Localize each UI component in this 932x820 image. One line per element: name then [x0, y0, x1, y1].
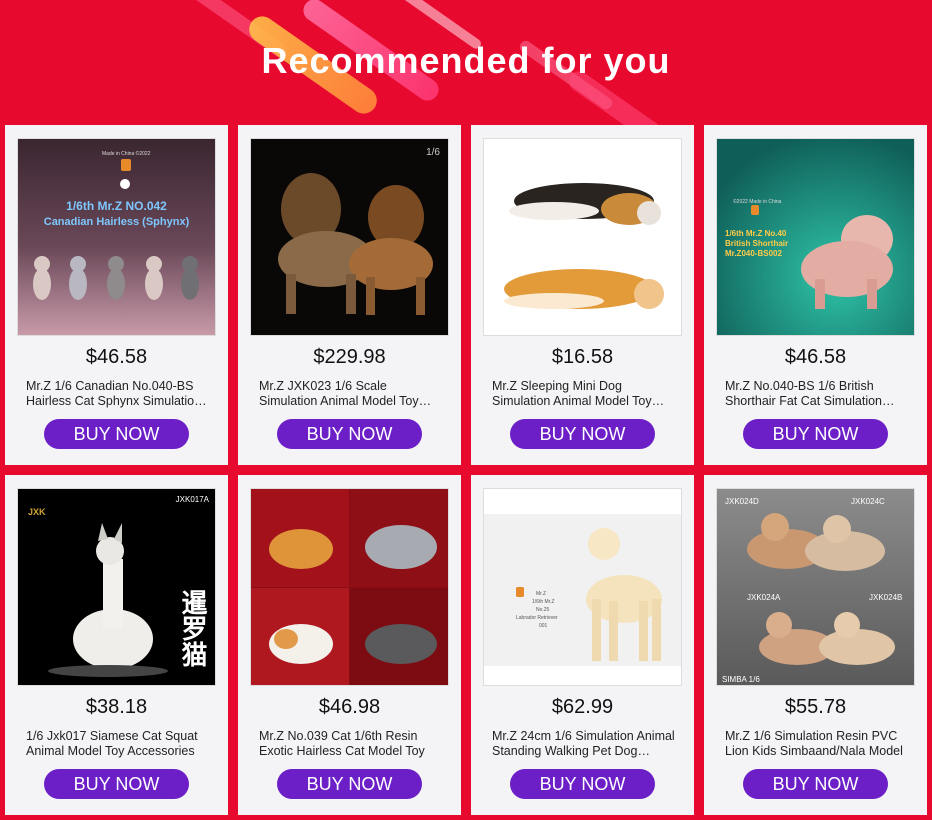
- product-image[interactable]: JXK017A JXK 暹罗猫: [17, 488, 216, 686]
- product-price: $55.78: [784, 696, 847, 718]
- buy-now-button[interactable]: BUY NOW: [44, 419, 189, 449]
- product-price: $46.58: [784, 346, 847, 368]
- product-price: $229.98: [313, 346, 386, 368]
- labrador-illustration: [586, 528, 662, 661]
- buy-now-button[interactable]: BUY NOW: [44, 769, 189, 799]
- product-card[interactable]: 1/6 $229.98 Mr.Z JXK023 1/6 Scale Simula…: [238, 125, 461, 465]
- sphynx-cats-illustration: [33, 256, 199, 300]
- product-image[interactable]: JXK024D JXK024C JXK024A JXK024B SIMBA 1/…: [716, 488, 915, 686]
- product-card[interactable]: $16.58 Mr.Z Sleeping Mini Dog Simulation…: [471, 125, 694, 465]
- product-name[interactable]: Mr.Z 1/6 Canadian No.040-BS Hairless Cat…: [26, 379, 210, 409]
- product-name[interactable]: Mr.Z 1/6 Simulation Resin PVC Lion Kids …: [725, 729, 909, 759]
- product-grid: Made in China ©2022 1/6th Mr.Z NO.042 Ca…: [5, 125, 927, 815]
- buy-now-button[interactable]: BUY NOW: [743, 419, 888, 449]
- product-card[interactable]: JXK024D JXK024C JXK024A JXK024B SIMBA 1/…: [704, 475, 927, 815]
- product-image[interactable]: ©2022 Made in China 1/6th Mr.Z No.40 Bri…: [716, 138, 915, 336]
- page-title: Recommended for you: [261, 40, 671, 81]
- product-image[interactable]: 1/6: [250, 138, 449, 336]
- exotic-cats-illustration: [251, 489, 448, 685]
- header-banner: Recommended for you: [0, 0, 932, 125]
- buy-now-button[interactable]: BUY NOW: [277, 769, 422, 799]
- product-name[interactable]: Mr.Z JXK023 1/6 Scale Simulation Animal …: [259, 379, 443, 409]
- product-price: $38.18: [85, 696, 148, 718]
- product-name[interactable]: Mr.Z No.039 Cat 1/6th Resin Exotic Hairl…: [259, 729, 443, 759]
- product-name[interactable]: Mr.Z No.040-BS 1/6 British Shorthair Fat…: [725, 379, 909, 409]
- product-card[interactable]: $46.98 Mr.Z No.039 Cat 1/6th Resin Exoti…: [238, 475, 461, 815]
- product-name[interactable]: Mr.Z Sleeping Mini Dog Simulation Animal…: [492, 379, 676, 409]
- product-price: $46.58: [85, 346, 148, 368]
- lion-cubs-illustration: [747, 513, 895, 665]
- buy-now-button[interactable]: BUY NOW: [510, 769, 655, 799]
- buy-now-button[interactable]: BUY NOW: [743, 769, 888, 799]
- product-card[interactable]: Mr.Z 1/6th Mr.Z No.25 Labrador Retriever…: [471, 475, 694, 815]
- product-price: $62.99: [551, 696, 614, 718]
- buy-now-button[interactable]: BUY NOW: [510, 419, 655, 449]
- product-card[interactable]: ©2022 Made in China 1/6th Mr.Z No.40 Bri…: [704, 125, 927, 465]
- buy-now-button[interactable]: BUY NOW: [277, 419, 422, 449]
- product-price: $16.58: [551, 346, 614, 368]
- product-name[interactable]: Mr.Z 24cm 1/6 Simulation Animal Standing…: [492, 729, 676, 759]
- product-price: $46.98: [318, 696, 381, 718]
- product-image[interactable]: [483, 138, 682, 336]
- product-image[interactable]: Made in China ©2022 1/6th Mr.Z NO.042 Ca…: [17, 138, 216, 336]
- product-name[interactable]: 1/6 Jxk017 Siamese Cat Squat Animal Mode…: [26, 729, 210, 759]
- product-image[interactable]: Mr.Z 1/6th Mr.Z No.25 Labrador Retriever…: [483, 488, 682, 686]
- product-card[interactable]: Made in China ©2022 1/6th Mr.Z NO.042 Ca…: [5, 125, 228, 465]
- product-card[interactable]: JXK017A JXK 暹罗猫 $38.18 1/6 Jxk017 Siames…: [5, 475, 228, 815]
- sleeping-corgis-illustration: [504, 183, 664, 309]
- lions-illustration: [278, 173, 433, 315]
- product-image[interactable]: [250, 488, 449, 686]
- chinese-caption: 暹罗猫: [177, 589, 207, 667]
- shorthair-cat-illustration: [801, 215, 893, 309]
